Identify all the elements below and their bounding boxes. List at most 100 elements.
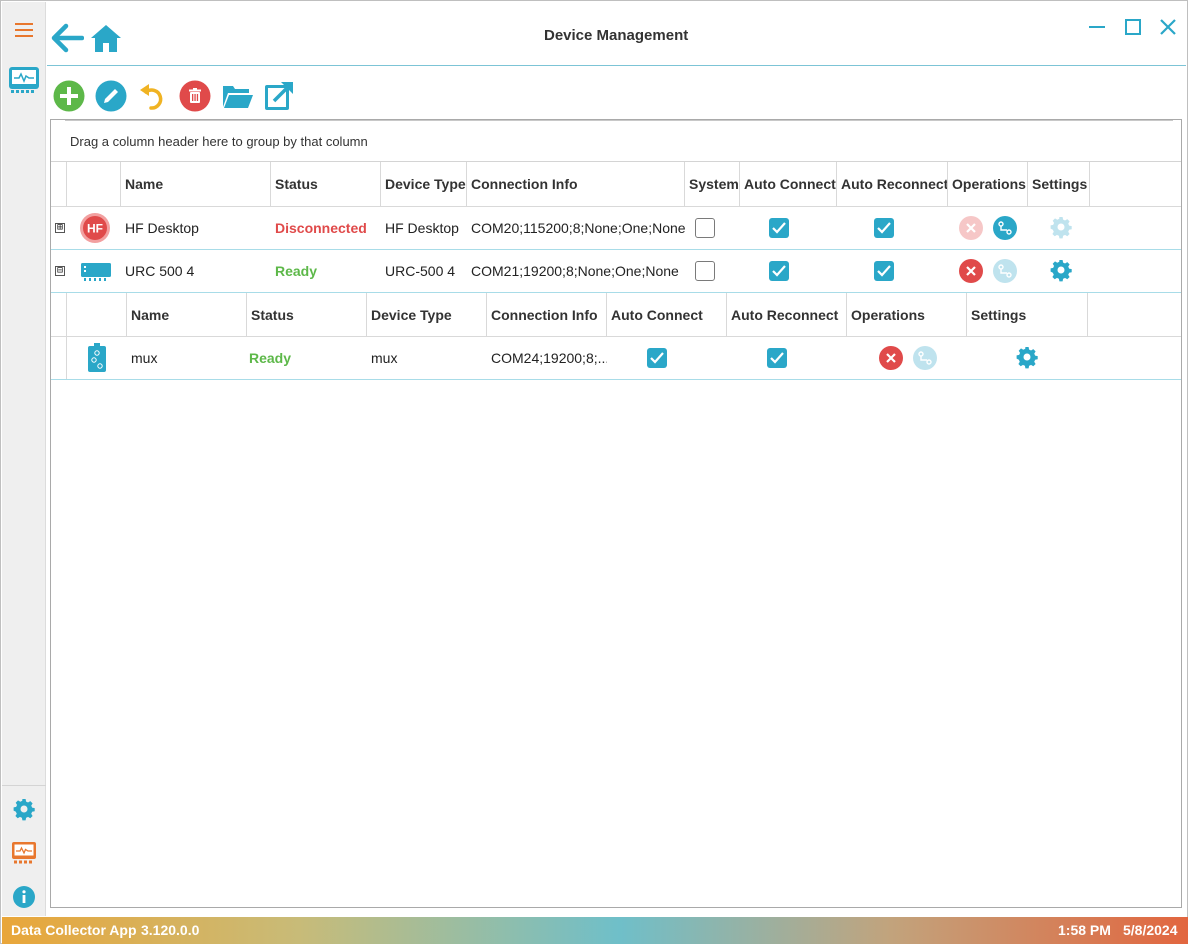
- column-header-system[interactable]: System: [685, 162, 740, 206]
- table-row[interactable]: mux Ready mux COM24;19200;8;...: [51, 337, 1181, 380]
- app-name: Data Collector App: [11, 922, 137, 938]
- column-header-name[interactable]: Name: [121, 162, 271, 206]
- column-header-status[interactable]: Status: [271, 162, 381, 206]
- status-date: 5/8/2024: [1123, 922, 1178, 938]
- child-icon-column-header: [67, 293, 127, 336]
- settings-cell: [1011, 337, 1051, 379]
- back-arrow-icon[interactable]: [49, 22, 85, 54]
- monitor-device-icon[interactable]: [2, 838, 46, 868]
- auto-connect-checkbox[interactable]: [769, 218, 789, 238]
- export-icon[interactable]: [263, 80, 295, 112]
- child-column-header-operations[interactable]: Operations: [847, 293, 967, 336]
- minimize-icon[interactable]: [1086, 16, 1108, 38]
- auto-connect-checkbox[interactable]: [769, 261, 789, 281]
- child-indent: [51, 293, 67, 336]
- auto-reconnect-checkbox[interactable]: [874, 261, 894, 281]
- device-type: mux: [371, 350, 398, 366]
- system-checkbox-cell: [691, 250, 731, 292]
- operations-cell: [955, 250, 1031, 292]
- operations-cell: [955, 207, 1031, 249]
- hamburger-menu-icon[interactable]: [2, 16, 46, 44]
- expand-toggle[interactable]: ⊞: [51, 207, 67, 249]
- urc-device-icon: [75, 250, 115, 292]
- left-rail: [2, 2, 46, 916]
- column-header-auto-connect[interactable]: Auto Connect: [740, 162, 837, 206]
- system-checkbox[interactable]: [695, 218, 715, 238]
- column-header-connection-info[interactable]: Connection Info: [467, 162, 685, 206]
- gear-icon[interactable]: [2, 794, 46, 824]
- child-column-header-auto-reconnect[interactable]: Auto Reconnect: [727, 293, 847, 336]
- disconnect-icon[interactable]: [959, 259, 983, 283]
- device-name: mux: [131, 350, 158, 366]
- expander-glyph[interactable]: ⊞: [55, 223, 65, 233]
- disconnect-icon[interactable]: [959, 216, 983, 240]
- gear-icon[interactable]: [1049, 215, 1073, 242]
- auto-reconnect-cell: [870, 250, 910, 292]
- device-name: HF Desktop: [125, 220, 199, 236]
- delete-icon[interactable]: [179, 80, 211, 112]
- column-header-settings[interactable]: Settings: [1028, 162, 1090, 206]
- expander-glyph[interactable]: ⊟: [55, 266, 65, 276]
- info-icon[interactable]: [2, 882, 46, 912]
- device-grid: Drag a column header here to group by th…: [50, 119, 1182, 908]
- gear-icon[interactable]: [1015, 345, 1039, 372]
- auto-connect-cell: [765, 250, 805, 292]
- connect-icon[interactable]: [993, 259, 1017, 283]
- page-title: Device Management: [544, 27, 689, 44]
- maximize-icon[interactable]: [1122, 16, 1144, 38]
- column-header-operations[interactable]: Operations: [948, 162, 1028, 206]
- group-by-panel[interactable]: Drag a column header here to group by th…: [51, 120, 1181, 162]
- connect-icon[interactable]: [993, 216, 1017, 240]
- table-row[interactable]: ⊟ URC 500 4 Ready URC-500 4 COM21;19200;…: [51, 250, 1181, 293]
- home-icon[interactable]: [89, 22, 123, 54]
- connect-icon[interactable]: [913, 346, 937, 370]
- child-column-header-name[interactable]: Name: [127, 293, 247, 336]
- device-type: URC-500 4: [385, 263, 456, 279]
- gear-icon[interactable]: [1049, 258, 1073, 285]
- column-header-device-type[interactable]: Device Type: [381, 162, 467, 206]
- mux-device-icon: [83, 337, 119, 379]
- auto-reconnect-cell: [870, 207, 910, 249]
- status-badge: Ready: [275, 263, 318, 279]
- auto-connect-cell: [643, 337, 683, 379]
- settings-cell: [1045, 250, 1085, 292]
- settings-cell: [1045, 207, 1085, 249]
- status-bar: Data Collector App 3.120.0.0 1:58 PM 5/8…: [2, 917, 1188, 944]
- auto-reconnect-cell: [763, 337, 803, 379]
- system-checkbox[interactable]: [695, 261, 715, 281]
- group-hint: Drag a column header here to group by th…: [70, 134, 368, 149]
- child-column-header-settings[interactable]: Settings: [967, 293, 1088, 336]
- device-type: HF Desktop: [385, 220, 459, 236]
- folder-open-icon[interactable]: [221, 80, 255, 112]
- auto-connect-checkbox[interactable]: [647, 348, 667, 368]
- column-header-auto-reconnect[interactable]: Auto Reconnect: [837, 162, 948, 206]
- child-column-header-connection-info[interactable]: Connection Info: [487, 293, 607, 336]
- connection-info: COM20;115200;8;None;One;None: [471, 220, 685, 236]
- add-icon[interactable]: [53, 80, 85, 112]
- connection-info: COM21;19200;8;None;One;None: [471, 263, 679, 279]
- hf-desktop-icon: HF: [75, 207, 115, 249]
- child-column-header-auto-connect[interactable]: Auto Connect: [607, 293, 727, 336]
- expander-column-header: [51, 162, 67, 206]
- child-column-header-device-type[interactable]: Device Type: [367, 293, 487, 336]
- disconnect-icon[interactable]: [879, 346, 903, 370]
- app-version: 3.120.0.0: [141, 922, 200, 938]
- header-bar: Device Management: [47, 2, 1186, 66]
- device-name: URC 500 4: [125, 263, 195, 279]
- app-window: Device Management Drag a column header h…: [0, 0, 1188, 944]
- auto-connect-cell: [765, 207, 805, 249]
- expand-toggle[interactable]: ⊟: [51, 250, 67, 292]
- undo-icon[interactable]: [137, 80, 169, 112]
- close-window-icon[interactable]: [1157, 16, 1179, 38]
- operations-cell: [875, 337, 951, 379]
- status-badge: Disconnected: [275, 220, 367, 236]
- child-grid-header-row: Name Status Device Type Connection Info …: [51, 293, 1181, 337]
- table-row[interactable]: ⊞ HF HF Desktop Disconnected HF Desktop …: [51, 207, 1181, 250]
- auto-reconnect-checkbox[interactable]: [767, 348, 787, 368]
- auto-reconnect-checkbox[interactable]: [874, 218, 894, 238]
- edit-icon[interactable]: [95, 80, 127, 112]
- child-column-header-status[interactable]: Status: [247, 293, 367, 336]
- grid-header-row: Name Status Device Type Connection Info …: [51, 162, 1181, 207]
- monitor-device-icon[interactable]: [2, 62, 46, 98]
- rail-divider: [2, 785, 46, 786]
